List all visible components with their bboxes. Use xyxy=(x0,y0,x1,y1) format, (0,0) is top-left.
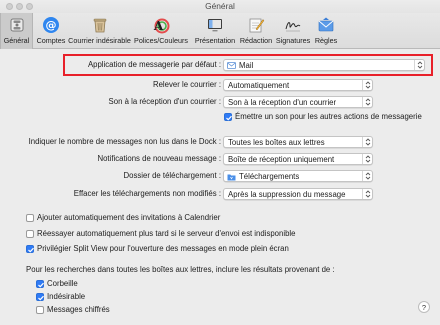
calendar-invites-checkbox[interactable] xyxy=(26,214,34,222)
tab-general[interactable]: Général xyxy=(0,13,33,49)
downloads-folder-popup[interactable]: Téléchargements xyxy=(223,170,373,182)
help-button[interactable]: ? xyxy=(418,301,430,313)
preferences-toolbar: Général @ Comptes Courrier indésirable A… xyxy=(0,13,440,49)
compose-icon xyxy=(246,15,266,35)
tab-viewing[interactable]: Présentation xyxy=(193,13,237,49)
play-sounds-checkbox[interactable] xyxy=(224,113,232,121)
play-sounds-label: Émettre un son pour les autres actions d… xyxy=(235,112,422,121)
dock-unread-label: Indiquer le nombre de messages non lus d… xyxy=(28,137,221,146)
tab-fonts-colors[interactable]: A Polices/Couleurs xyxy=(133,13,189,49)
default-mail-app-popup[interactable]: Mail xyxy=(223,59,425,71)
junk-search-checkbox[interactable] xyxy=(36,293,44,301)
svg-text:A: A xyxy=(153,19,164,33)
chevron-updown-icon xyxy=(362,137,372,147)
notifications-row: Notifications de nouveau message : Boîte… xyxy=(0,153,440,166)
chevron-updown-icon xyxy=(362,80,372,90)
split-view-label: Privilégier Split View pour l'ouverture … xyxy=(37,244,289,253)
remove-downloads-popup[interactable]: Après la suppression du message xyxy=(223,188,373,200)
calendar-invites-label: Ajouter automatiquement des invitations … xyxy=(37,213,221,222)
junk-search-label: Indésirable xyxy=(47,292,86,301)
new-mail-sound-value: Son à la réception d'un courrier xyxy=(228,98,337,107)
folder-icon xyxy=(227,173,236,183)
check-mail-value: Automatiquement xyxy=(228,81,290,90)
retry-send-label: Réessayer automatiquement plus tard si l… xyxy=(37,229,296,238)
notifications-popup[interactable]: Boîte de réception uniquement xyxy=(223,153,373,165)
retry-send-checkbox[interactable] xyxy=(26,230,34,238)
dock-unread-popup[interactable]: Toutes les boîtes aux lettres xyxy=(223,136,373,148)
encrypted-search-checkbox[interactable] xyxy=(36,306,44,314)
default-mail-app-value: Mail xyxy=(239,61,254,70)
tab-junk-mail[interactable]: Courrier indésirable xyxy=(68,13,131,49)
general-settings-pane: Application de messagerie par défaut : M… xyxy=(0,50,440,325)
rules-icon xyxy=(316,15,336,35)
encrypted-search-label: Messages chiffrés xyxy=(47,305,110,314)
check-mail-row: Relever le courrier : Automatiquement xyxy=(0,79,440,92)
window-title: Général xyxy=(205,1,235,11)
remove-downloads-row: Effacer les téléchargements non modifiés… xyxy=(0,188,440,201)
new-mail-sound-popup[interactable]: Son à la réception d'un courrier xyxy=(223,96,373,108)
downloads-folder-label: Dossier de téléchargement : xyxy=(123,171,221,180)
chevron-updown-icon xyxy=(362,189,372,199)
at-icon: @ xyxy=(41,15,61,35)
tab-signatures[interactable]: Signatures xyxy=(274,13,312,49)
chevron-updown-icon xyxy=(362,97,372,107)
title-bar: Général xyxy=(0,0,440,13)
tab-rules[interactable]: Règles xyxy=(312,13,340,49)
signature-icon xyxy=(283,15,303,35)
display-icon xyxy=(205,15,225,35)
downloads-folder-row: Dossier de téléchargement : Téléchargeme… xyxy=(0,170,440,183)
chevron-updown-icon xyxy=(362,171,372,181)
preferences-window: Général Général @ Comptes Courrier indés… xyxy=(0,0,440,325)
search-include-intro: Pour les recherches dans toutes les boît… xyxy=(26,265,335,274)
new-mail-sound-label: Son à la réception d'un courrier : xyxy=(108,97,221,106)
check-mail-label: Relever le courrier : xyxy=(152,80,221,89)
notifications-label: Notifications de nouveau message : xyxy=(97,154,221,163)
notifications-value: Boîte de réception uniquement xyxy=(228,155,335,164)
dock-unread-value: Toutes les boîtes aux lettres xyxy=(228,138,325,147)
remove-downloads-value: Après la suppression du message xyxy=(228,190,346,199)
fonts-colors-icon: A xyxy=(151,15,171,35)
default-mail-app-label: Application de messagerie par défaut : xyxy=(87,60,221,69)
chevron-updown-icon xyxy=(362,154,372,164)
mail-app-icon xyxy=(227,61,236,72)
chevron-updown-icon xyxy=(414,60,424,70)
new-mail-sound-row: Son à la réception d'un courrier : Son à… xyxy=(0,96,440,109)
check-mail-popup[interactable]: Automatiquement xyxy=(223,79,373,91)
remove-downloads-label: Effacer les téléchargements non modifiés… xyxy=(73,189,221,198)
tab-accounts[interactable]: @ Comptes xyxy=(34,13,68,49)
downloads-folder-value: Téléchargements xyxy=(239,172,300,181)
trash-bin-icon xyxy=(90,15,110,35)
split-view-checkbox[interactable] xyxy=(26,245,34,253)
trash-search-checkbox[interactable] xyxy=(36,280,44,288)
tab-composing[interactable]: Rédaction xyxy=(238,13,274,49)
switch-icon xyxy=(7,15,27,35)
svg-text:@: @ xyxy=(46,19,57,32)
trash-search-label: Corbeille xyxy=(47,279,78,288)
default-mail-app-row: Application de messagerie par défaut : M… xyxy=(0,59,440,72)
dock-unread-row: Indiquer le nombre de messages non lus d… xyxy=(0,136,440,149)
